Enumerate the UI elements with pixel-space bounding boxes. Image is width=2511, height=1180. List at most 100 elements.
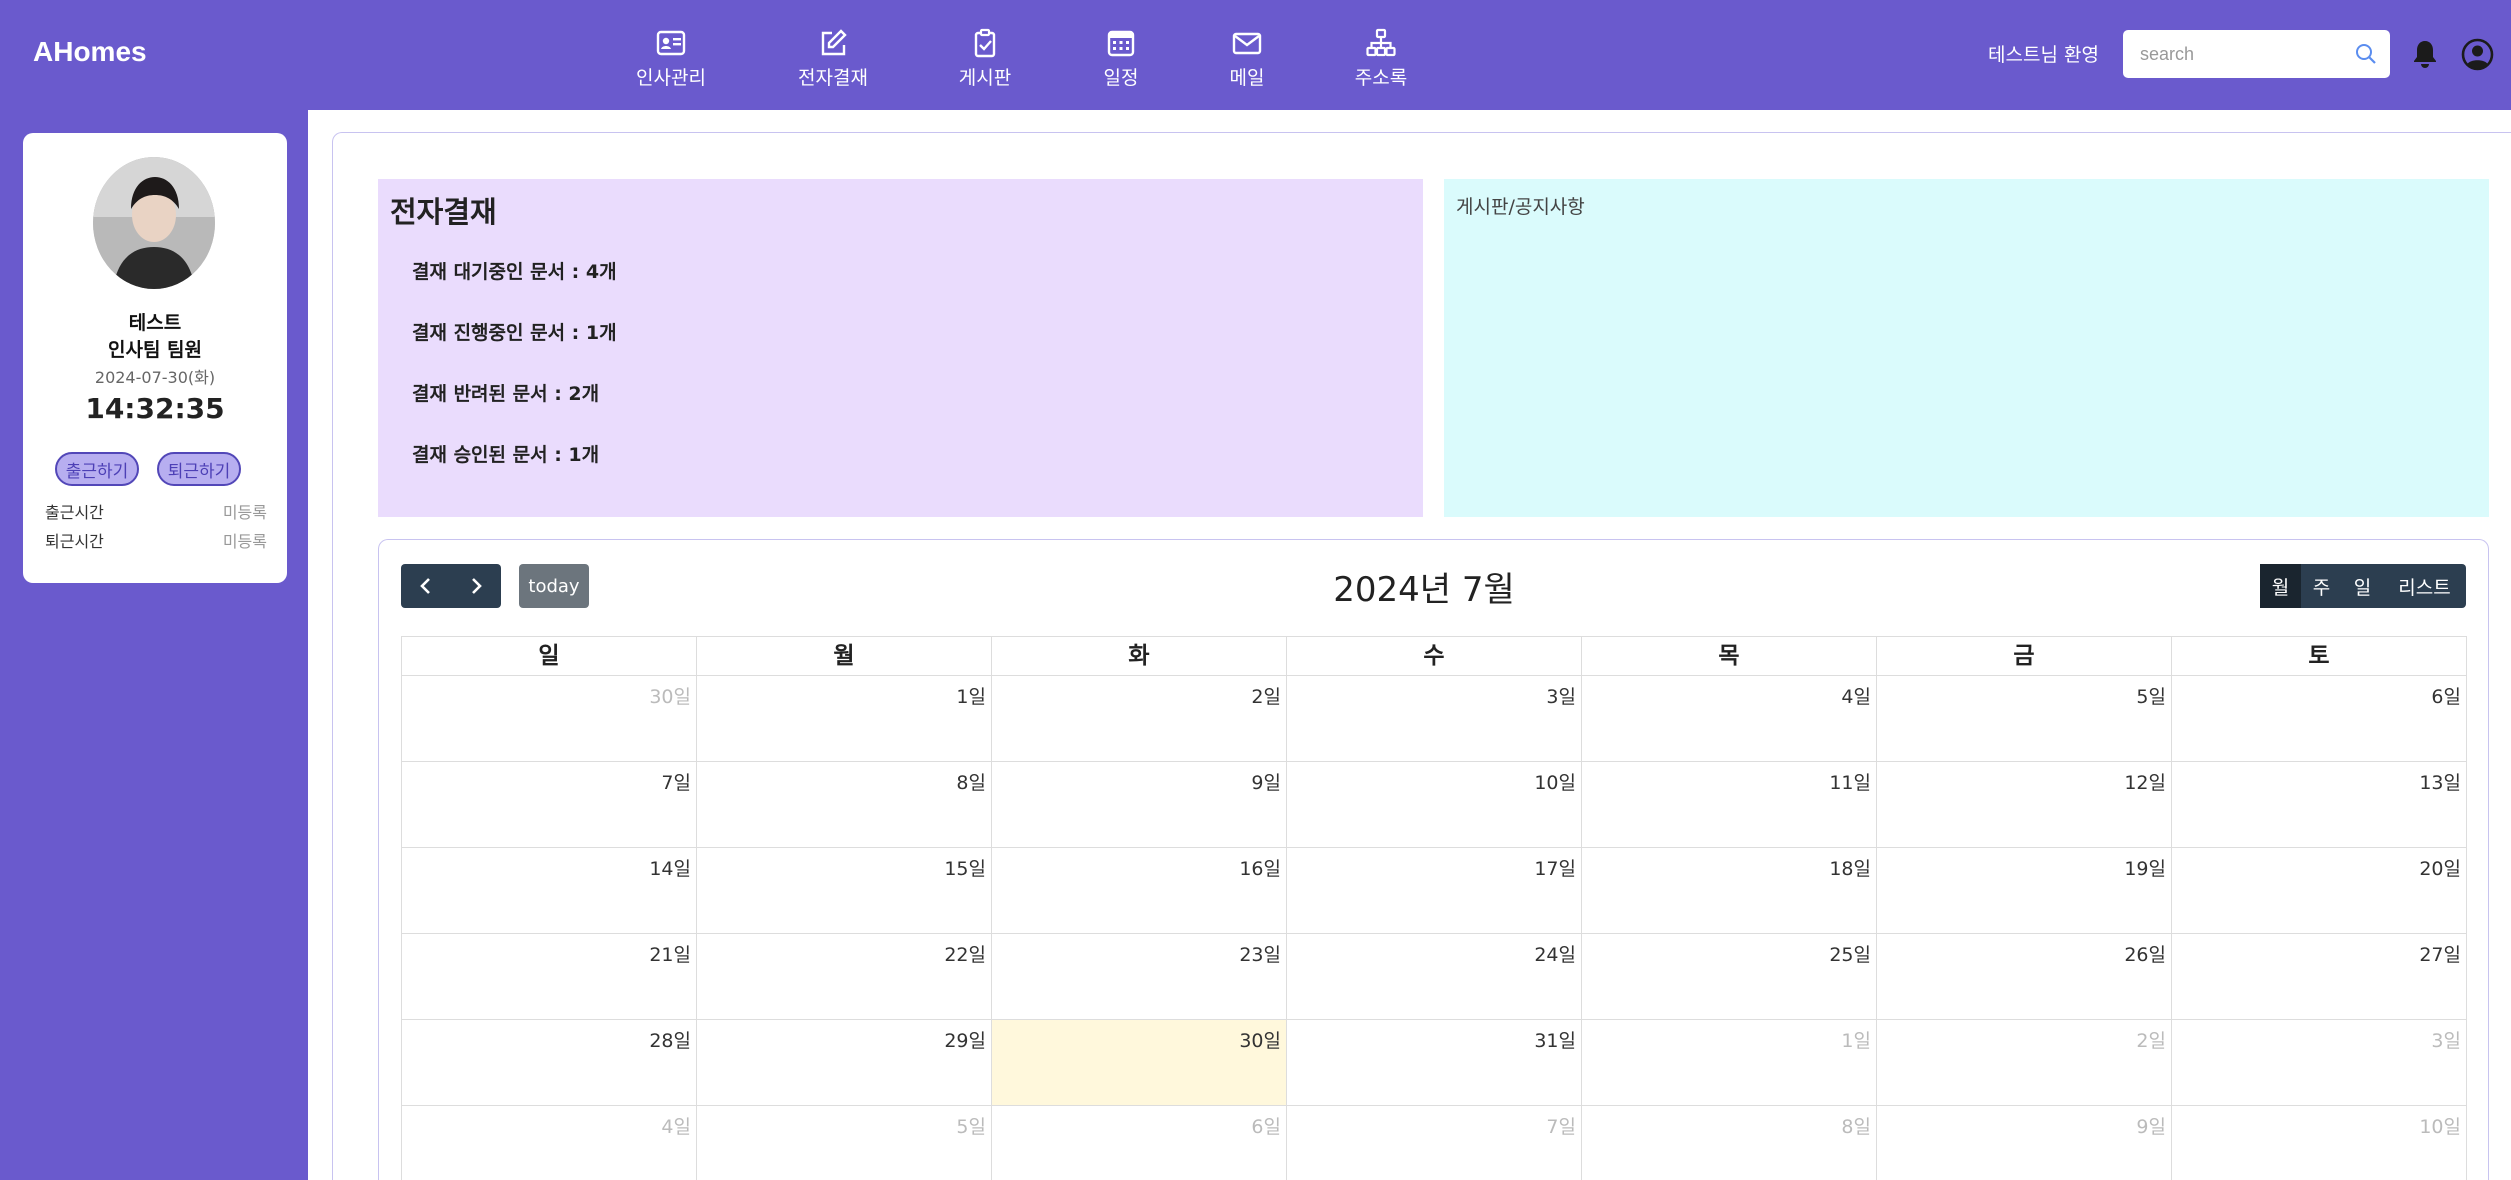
check-in-time-label: 출근시간 — [45, 503, 104, 522]
calendar-grid: 일 월 화 수 목 금 토 30일 1일 2일 3일 4일 5일 6일 7일 8일 9일 10일 11… — [401, 636, 2467, 1180]
calendar-day[interactable]: 18일 — [1582, 848, 1877, 934]
nav-item-address-book[interactable]: 주소록 — [1326, 28, 1436, 92]
approval-in-progress-link[interactable]: 결재 진행중인 문서 : 1개 — [412, 318, 617, 345]
calendar-day[interactable]: 11일 — [1582, 762, 1877, 848]
nav-item-schedule[interactable]: 일정 — [1066, 28, 1176, 92]
calendar-day[interactable]: 8일 — [697, 762, 992, 848]
brand-logo[interactable]: AHomes — [33, 36, 147, 68]
weekday-header: 수 — [1287, 637, 1582, 676]
weekday-header: 일 — [402, 637, 697, 676]
check-out-time-row: 퇴근시간 미등록 — [45, 528, 267, 552]
weekday-header: 토 — [2172, 637, 2467, 676]
calendar-day[interactable]: 2일 — [992, 676, 1287, 762]
calendar-today-button[interactable]: today — [519, 564, 589, 608]
calendar-day[interactable]: 17일 — [1287, 848, 1582, 934]
calendar-week-row: 21일 22일 23일 24일 25일 26일 27일 — [402, 934, 2467, 1020]
search-icon[interactable] — [2354, 42, 2378, 66]
calendar-day[interactable]: 22일 — [697, 934, 992, 1020]
calendar-day[interactable]: 25일 — [1582, 934, 1877, 1020]
calendar-day[interactable]: 31일 — [1287, 1020, 1582, 1106]
approval-approved-link[interactable]: 결재 승인된 문서 : 1개 — [412, 440, 599, 467]
calendar-day[interactable]: 10일 — [1287, 762, 1582, 848]
check-out-time-label: 퇴근시간 — [45, 532, 104, 551]
welcome-text: 테스트님 환영 — [1988, 44, 2099, 66]
calendar-day[interactable]: 14일 — [402, 848, 697, 934]
approval-summary-panel: 전자결재 결재 대기중인 문서 : 4개 결재 진행중인 문서 : 1개 결재 … — [378, 179, 1423, 517]
calendar-day[interactable]: 27일 — [2172, 934, 2467, 1020]
calendar-day[interactable]: 6일 — [992, 1106, 1287, 1180]
calendar-prev-button[interactable] — [401, 564, 451, 608]
current-clock: 14:32:35 — [85, 392, 225, 425]
calendar-day[interactable]: 20일 — [2172, 848, 2467, 934]
check-in-time-row: 출근시간 미등록 — [45, 499, 267, 523]
approval-pending-link[interactable]: 결재 대기중인 문서 : 4개 — [412, 257, 617, 284]
calendar-title: 2024년 7월 — [1333, 570, 1515, 610]
calendar-day[interactable]: 5일 — [1877, 676, 2172, 762]
user-icon[interactable] — [2461, 38, 2494, 71]
edit-icon — [821, 29, 847, 56]
nav-item-label: 전자결재 — [798, 67, 868, 89]
nav-item-mail[interactable]: 메일 — [1192, 28, 1302, 92]
view-month-button[interactable]: 월 — [2260, 564, 2301, 608]
calendar-day[interactable]: 26일 — [1877, 934, 2172, 1020]
calendar-day[interactable]: 9일 — [992, 762, 1287, 848]
approval-rejected-link[interactable]: 결재 반려된 문서 : 2개 — [412, 379, 599, 406]
calendar-week-row: 30일 1일 2일 3일 4일 5일 6일 — [402, 676, 2467, 762]
check-in-time-value: 미등록 — [222, 503, 267, 522]
check-in-button[interactable]: 출근하기 — [55, 452, 139, 486]
calendar-day-today[interactable]: 30일 — [992, 1020, 1287, 1106]
weekday-header: 월 — [697, 637, 992, 676]
nav-item-label: 일정 — [1103, 67, 1139, 89]
calendar-day[interactable]: 7일 — [1287, 1106, 1582, 1180]
nav-item-hr[interactable]: 인사관리 — [616, 28, 726, 92]
calendar-day[interactable]: 7일 — [402, 762, 697, 848]
calendar-day[interactable]: 3일 — [2172, 1020, 2467, 1106]
approval-title: 전자결재 — [390, 195, 497, 229]
view-day-button[interactable]: 일 — [2342, 564, 2383, 608]
calendar-day[interactable]: 1일 — [697, 676, 992, 762]
calendar-day[interactable]: 16일 — [992, 848, 1287, 934]
calendar-day[interactable]: 5일 — [697, 1106, 992, 1180]
profile-card: 테스트 인사팀 팀원 2024-07-30(화) 14:32:35 출근하기 퇴… — [23, 133, 287, 583]
check-out-time-value: 미등록 — [222, 532, 267, 551]
weekday-header: 금 — [1877, 637, 2172, 676]
clipboard-check-icon — [974, 28, 996, 58]
calendar-day[interactable]: 4일 — [1582, 676, 1877, 762]
calendar-day[interactable]: 28일 — [402, 1020, 697, 1106]
bell-icon[interactable] — [2410, 38, 2440, 70]
calendar-day[interactable]: 13일 — [2172, 762, 2467, 848]
calendar-day[interactable]: 8일 — [1582, 1106, 1877, 1180]
notice-title[interactable]: 게시판/공지사항 — [1456, 192, 1585, 219]
calendar-day[interactable]: 23일 — [992, 934, 1287, 1020]
check-out-button[interactable]: 퇴근하기 — [157, 452, 241, 486]
nav-item-board[interactable]: 게시판 — [930, 28, 1040, 92]
calendar-day[interactable]: 1일 — [1582, 1020, 1877, 1106]
calendar-day[interactable]: 6일 — [2172, 676, 2467, 762]
calendar-day[interactable]: 9일 — [1877, 1106, 2172, 1180]
calendar-week-row: 14일 15일 16일 17일 18일 19일 20일 — [402, 848, 2467, 934]
calendar-day[interactable]: 10일 — [2172, 1106, 2467, 1180]
calendar-day[interactable]: 3일 — [1287, 676, 1582, 762]
calendar-day[interactable]: 19일 — [1877, 848, 2172, 934]
chevron-right-icon — [472, 578, 482, 594]
calendar-day[interactable]: 15일 — [697, 848, 992, 934]
calendar-day[interactable]: 2일 — [1877, 1020, 2172, 1106]
calendar-day[interactable]: 24일 — [1287, 934, 1582, 1020]
nav-item-label: 인사관리 — [636, 67, 706, 89]
calendar-next-button[interactable] — [451, 564, 501, 608]
current-date: 2024-07-30(화) — [94, 368, 216, 387]
nav-item-label: 게시판 — [958, 67, 1012, 89]
calendar-day[interactable]: 21일 — [402, 934, 697, 1020]
search-input[interactable] — [2123, 30, 2343, 78]
envelope-icon — [1232, 32, 1262, 55]
calendar-day[interactable]: 30일 — [402, 676, 697, 762]
view-list-button[interactable]: 리스트 — [2383, 564, 2466, 608]
user-team: 인사팀 팀원 — [107, 339, 202, 361]
view-week-button[interactable]: 주 — [2301, 564, 2342, 608]
nav-item-approval[interactable]: 전자결재 — [778, 28, 888, 92]
calendar-week-row: 4일 5일 6일 7일 8일 9일 10일 — [402, 1106, 2467, 1180]
calendar-day[interactable]: 4일 — [402, 1106, 697, 1180]
avatar — [93, 157, 215, 289]
calendar-day[interactable]: 12일 — [1877, 762, 2172, 848]
calendar-day[interactable]: 29일 — [697, 1020, 992, 1106]
